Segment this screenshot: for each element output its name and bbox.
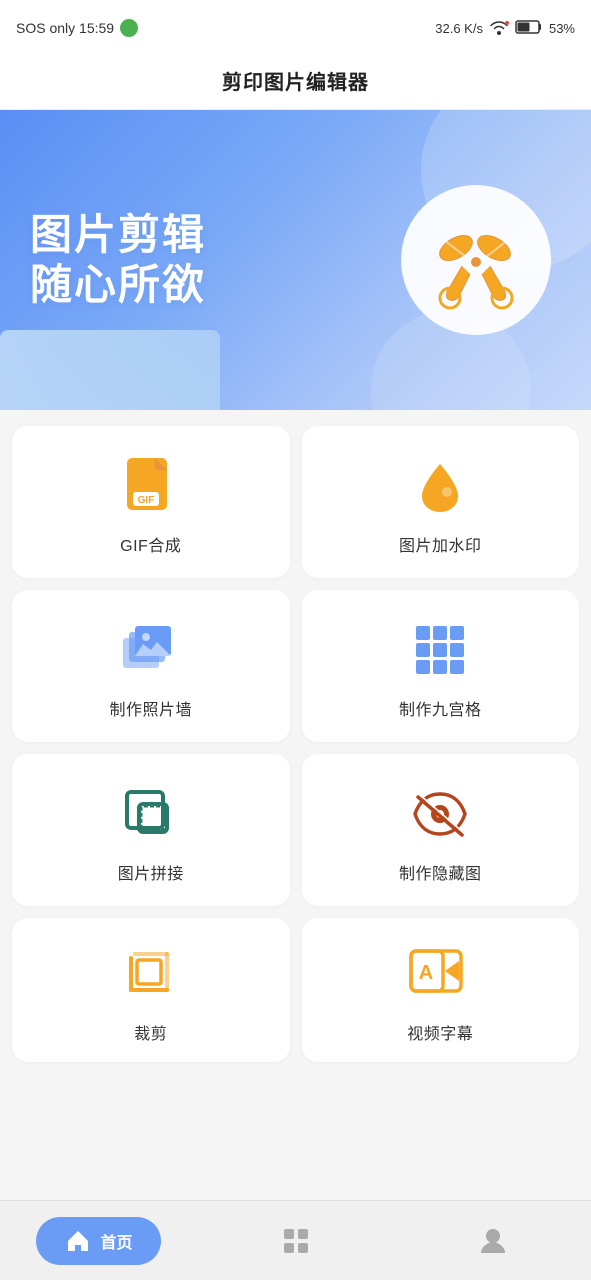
grid-row-1: GIF GIF合成 图片加水印: [12, 426, 579, 578]
profile-icon: [477, 1225, 509, 1257]
watermark-label: 图片加水印: [399, 532, 482, 556]
app-title: 剪印图片编辑器: [222, 72, 369, 94]
waterdrop-icon: [408, 454, 472, 518]
ninegrid-label: 制作九宫格: [399, 696, 482, 720]
grid-row-3: 图片拼接 制作隐藏图: [12, 754, 579, 906]
splice-icon: [119, 782, 183, 846]
videoa-label: 视频字幕: [407, 1020, 473, 1044]
grid-row-4: 裁剪 A 视频字幕: [12, 918, 579, 1062]
grid-item-videoa[interactable]: A 视频字幕: [302, 918, 580, 1062]
status-right: 32.6 K/s 53%: [435, 19, 575, 38]
banner-line1: 图片剪辑: [30, 210, 206, 260]
banner-text: 图片剪辑 随心所欲: [30, 210, 206, 311]
status-bar: SOS only 15:59 32.6 K/s 53%: [0, 0, 591, 52]
grid-item-gif[interactable]: GIF GIF合成: [12, 426, 290, 578]
photowall-label: 制作照片墙: [109, 696, 192, 720]
status-left: SOS only 15:59: [16, 19, 138, 37]
nav-item-profile[interactable]: [394, 1225, 591, 1257]
hidden-icon: [408, 782, 472, 846]
grid-item-hidden[interactable]: 制作隐藏图: [302, 754, 580, 906]
scissors-circle: [401, 185, 551, 335]
hidden-label: 制作隐藏图: [399, 860, 482, 884]
status-text: SOS only 15:59: [16, 20, 114, 36]
photowall-icon: [119, 618, 183, 682]
grid-item-crop[interactable]: 裁剪: [12, 918, 290, 1062]
gif-icon: GIF: [119, 454, 183, 518]
grid-row-2: 制作照片墙 制作九宫格: [12, 590, 579, 742]
banner-line2: 随心所欲: [30, 260, 206, 310]
videoa-icon: A: [408, 942, 472, 1006]
nav-item-home[interactable]: 首页: [0, 1217, 197, 1265]
nav-item-apps[interactable]: [197, 1225, 394, 1257]
gif-label: GIF合成: [120, 532, 181, 556]
grid-item-splice[interactable]: 图片拼接: [12, 754, 290, 906]
ninegrid-icon: [408, 618, 472, 682]
android-icon: [120, 19, 138, 37]
battery-icon: [515, 19, 543, 38]
wifi-icon: [489, 19, 509, 38]
nav-home-pill: 首页: [36, 1217, 160, 1265]
grid-item-watermark[interactable]: 图片加水印: [302, 426, 580, 578]
grid-item-ninegrid[interactable]: 制作九宫格: [302, 590, 580, 742]
svg-text:A: A: [419, 962, 433, 984]
app-header: 剪印图片编辑器: [0, 52, 591, 110]
banner-deco: [0, 330, 220, 410]
crop-label: 裁剪: [134, 1020, 167, 1044]
splice-label: 图片拼接: [118, 860, 184, 884]
crop-icon: [119, 942, 183, 1006]
apps-icon: [280, 1225, 312, 1257]
network-speed: 32.6 K/s: [435, 21, 483, 36]
bottom-nav: 首页: [0, 1200, 591, 1280]
home-icon: [64, 1227, 92, 1255]
scissors-svg: [426, 210, 526, 310]
svg-text:GIF: GIF: [137, 495, 154, 506]
banner: 图片剪辑 随心所欲: [0, 110, 591, 410]
nav-home-label: 首页: [100, 1229, 132, 1253]
grid-section: GIF GIF合成 图片加水印: [0, 410, 591, 1062]
grid-item-photowall[interactable]: 制作照片墙: [12, 590, 290, 742]
battery-pct: 53%: [549, 21, 575, 36]
banner-scissors: [401, 185, 551, 335]
